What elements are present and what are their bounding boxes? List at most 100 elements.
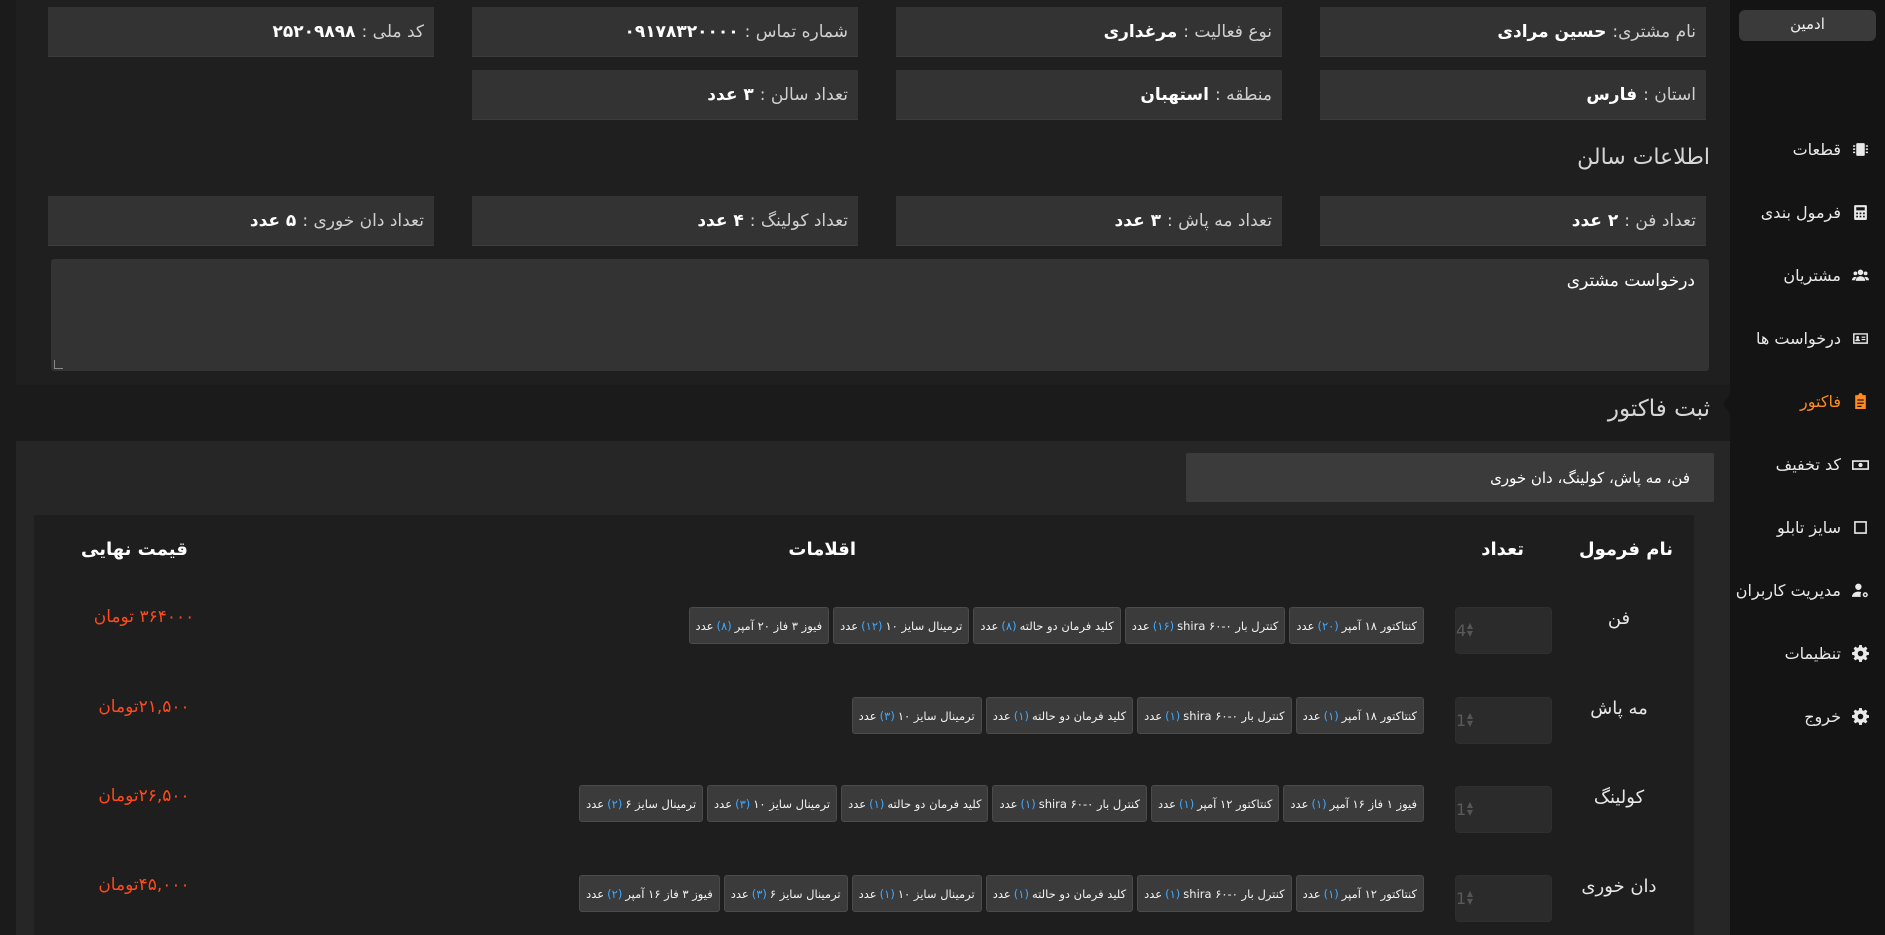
sidebar-item-formulas[interactable]: فرمول بندی [1730, 181, 1885, 244]
item-name: ترمینال سایز ۶ [769, 886, 841, 901]
item-unit: عدد [1296, 618, 1315, 633]
hall-count-field: تعداد سالن : ۳ عدد [472, 70, 858, 120]
sidebar-nav: قطعات فرمول بندی مشتریان درخواست ها فاکت… [1730, 118, 1885, 748]
spinner-arrows-icon[interactable]: ▲ ▼ [1466, 801, 1474, 817]
item-unit: عدد [992, 886, 1011, 901]
hall-info-title: اطلاعات سالن [1577, 145, 1710, 170]
spinner-arrows-icon[interactable]: ▲ ▼ [1466, 712, 1474, 728]
row-formula-name: فن [1607, 608, 1631, 629]
sidebar-item-settings[interactable]: تنظیمات [1730, 622, 1885, 685]
item-name: کلید فرمان دو حالته [1031, 708, 1127, 723]
item-count: (۸) [716, 618, 732, 633]
sidebar-item-label: تنظیمات [1784, 644, 1841, 663]
field-value: استهبان [1140, 84, 1209, 105]
item-count: (۳) [735, 796, 751, 811]
sidebar-item-user-management[interactable]: مدیریت کاربران [1730, 559, 1885, 622]
customer-info-panel: نام مشتری: حسین مرادی نوع فعالیت : مرغدا… [16, 0, 1730, 385]
sidebar-item-customers[interactable]: مشتریان [1730, 244, 1885, 307]
resize-grip[interactable] [54, 360, 63, 369]
field-value: فارس [1586, 84, 1638, 105]
selected-formulas-select[interactable]: فن، مه پاش، کولینگ، دان خوری [1186, 453, 1714, 502]
item-name: کنتاکتور ۱۲ آمپر [1197, 796, 1273, 811]
items-list: کنتاکتور ۱۸ آمپر (۱) عدد کنترل بار shira ۶… [851, 697, 1424, 734]
sidebar-item-parts[interactable]: قطعات [1730, 118, 1885, 181]
item-chip: فیوز ۳ فاز ۲۰ آمپر (۸) عدد [688, 607, 830, 644]
item-unit: عدد [980, 618, 999, 633]
row-final-price: ۴۵,۰۰۰تومان [98, 875, 190, 895]
item-chip: کنتاکتور ۱۲ آمپر (۱) عدد [1295, 875, 1424, 912]
gear-icon [1851, 645, 1869, 663]
item-count: (۲) [607, 796, 623, 811]
field-label: شماره تماس : [744, 21, 848, 42]
activity-type-field: نوع فعالیت : مرغداری [896, 7, 1282, 57]
sidebar-item-label: فرمول بندی [1760, 203, 1841, 222]
sidebar-item-discount[interactable]: کد تخفیف [1730, 433, 1885, 496]
item-name: کنترل بار shira ۶۰-۰ [1183, 886, 1285, 901]
sidebar-item-label: کد تخفیف [1775, 455, 1841, 474]
sidebar-item-label: سایز تابلو [1777, 518, 1841, 537]
item-unit: عدد [1302, 886, 1321, 901]
sidebar-item-panel-size[interactable]: سایز تابلو [1730, 496, 1885, 559]
item-chip: کنتاکتور ۱۸ آمپر (۲۰) عدد [1289, 607, 1424, 644]
phone-field: شماره تماس : ۰۹۱۷۸۳۲۰۰۰۰ [472, 7, 858, 57]
field-label: منطقه : [1214, 84, 1272, 105]
item-name: کنتاکتور ۱۸ آمپر [1341, 708, 1417, 723]
item-count: (۳) [751, 886, 767, 901]
sidebar-item-label: مشتریان [1783, 266, 1841, 285]
field-value: ۳ عدد [707, 84, 754, 105]
item-unit: عدد [858, 708, 877, 723]
sidebar-item-invoice[interactable]: فاکتور [1730, 370, 1885, 433]
item-unit: عدد [586, 796, 605, 811]
invoice-panel: فن، مه پاش، کولینگ، دان خوری نام فرمول ت… [16, 441, 1730, 935]
sidebar-item-label: درخواست ها [1756, 329, 1841, 348]
item-unit: عدد [1157, 796, 1177, 811]
sidebar-item-requests[interactable]: درخواست ها [1730, 307, 1885, 370]
item-unit: عدد [695, 618, 714, 633]
field-label: تعداد سالن : [759, 84, 848, 105]
item-unit: عدد [1302, 708, 1321, 723]
item-name: کلید فرمان دو حالته [1031, 886, 1127, 901]
item-unit: عدد [1144, 886, 1163, 901]
textarea-label: درخواست مشتری [1566, 271, 1695, 291]
user-gear-icon [1851, 582, 1869, 600]
item-unit: عدد [992, 708, 1011, 723]
customer-request-textarea[interactable]: درخواست مشتری [51, 259, 1709, 371]
item-name: کلید فرمان دو حالته [887, 796, 982, 811]
quantity-stepper[interactable]: 1 ▲ ▼ [1455, 875, 1552, 922]
field-label: تعداد کولینگ : [749, 210, 848, 231]
field-value: ۴ عدد [697, 210, 744, 231]
item-count: (۱) [1165, 708, 1181, 723]
item-chip: ترمینال سایز ۶ (۲) عدد [579, 785, 704, 822]
item-name: ترمینال سایز ۶ [625, 796, 697, 811]
item-unit: عدد [858, 886, 877, 901]
quantity-stepper[interactable]: 4 ▲ ▼ [1455, 607, 1552, 654]
feeder-count-field: تعداد دان خوری : ۵ عدد [48, 196, 434, 246]
field-value: ۳ عدد [1114, 210, 1162, 231]
spinner-arrows-icon[interactable]: ▲ ▼ [1466, 622, 1474, 638]
item-chip: ترمینال سایز ۶ (۳) عدد [723, 875, 848, 912]
cooling-count-field: تعداد کولینگ : ۴ عدد [472, 196, 858, 246]
item-unit: عدد [714, 796, 733, 811]
field-label: تعداد فن : [1624, 210, 1696, 231]
row-formula-name: دان خوری [1581, 876, 1657, 897]
admin-button[interactable]: ادمین [1739, 10, 1876, 41]
sidebar-item-logout[interactable]: خروج [1730, 685, 1885, 748]
item-name: فیوز ۱ فاز ۱۶ آمپر [1329, 796, 1417, 811]
national-id-field: کد ملی : ۲۵۲۰۹۸۹۸ [48, 7, 434, 57]
item-chip: کنترل بار shira ۶۰-۰ (۱) عدد [1137, 697, 1292, 734]
spinner-arrows-icon[interactable]: ▲ ▼ [1466, 890, 1474, 906]
item-name: کنترل بار shira ۶۰-۰ [1177, 618, 1279, 633]
sidebar-item-label: فاکتور [1800, 392, 1841, 411]
quantity-stepper[interactable]: 1 ▲ ▼ [1455, 697, 1552, 744]
mist-count-field: تعداد مه پاش : ۳ عدد [896, 196, 1282, 246]
sidebar: ادمین قطعات فرمول بندی مشتریان درخواست ه… [1730, 0, 1885, 935]
gear-icon [1851, 708, 1869, 726]
item-unit: عدد [840, 618, 859, 633]
item-count: (۸) [1001, 618, 1017, 633]
item-chip: کلید فرمان دو حالته (۱) عدد [841, 785, 989, 822]
province-field: استان : فارس [1320, 70, 1706, 120]
item-name: فیوز ۳ فاز ۲۰ آمپر [734, 618, 823, 633]
quantity-stepper[interactable]: 1 ▲ ▼ [1455, 786, 1552, 833]
item-unit: عدد [1131, 618, 1150, 633]
item-unit: عدد [1144, 708, 1163, 723]
